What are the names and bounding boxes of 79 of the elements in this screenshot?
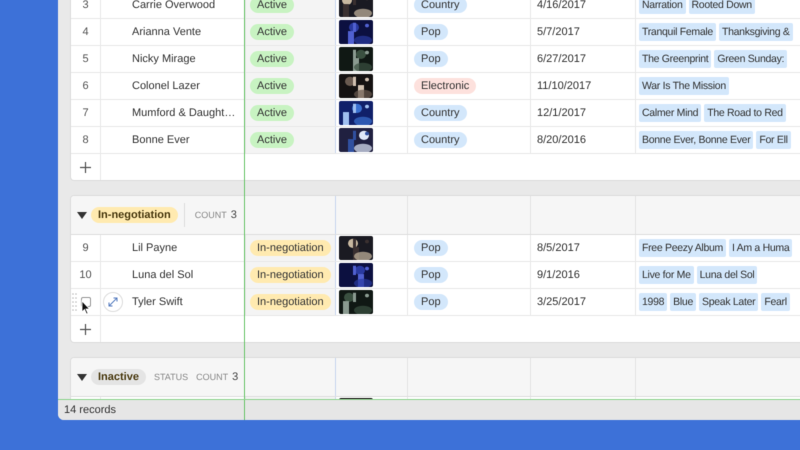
drag-handle-icon[interactable] [72,292,77,312]
album-tag: The Greenprint [639,50,712,68]
album-tag: War Is The Mission [639,77,729,95]
date-text: 11/10/2017 [537,80,592,92]
album-tag: Bonne Ever, Bonne Ever [639,131,754,149]
album-tag: Tranquil Female [639,23,716,41]
date-text: 8/5/2017 [537,242,580,254]
status-tag: Active [250,24,294,40]
artist-name: Nicky Mirage [132,53,196,65]
status-tag: Active [250,105,294,121]
date-text: 3/25/2017 [537,296,586,308]
status-tag: In-negotiation [250,267,331,283]
caret-icon[interactable] [77,374,87,380]
date-text: 6/27/2017 [537,53,586,65]
artist-name: Lil Payne [132,242,178,254]
add-row-icon[interactable] [80,324,91,334]
count-value: 3 [230,209,237,221]
status-tag: In-negotiation [250,294,331,310]
album-tag: I Am a Huma [729,239,792,257]
album-tag: Calmer Mind [639,104,702,122]
row-number: 9 [82,242,89,254]
record-count: 14 records [64,404,116,416]
field-label: STATUS [154,372,188,382]
date-text: 12/1/2017 [537,107,586,119]
artist-name: Arianna Vente [132,26,202,38]
album-tag: Live for Me [639,266,694,284]
genre-tag: Electronic [414,78,476,94]
status-tag: Active [250,78,294,94]
artist-name: Mumford & Daught… [132,107,236,119]
caret-icon[interactable] [77,212,87,218]
row-number: 7 [82,107,89,119]
row-number: 8 [82,134,89,146]
album-tag: Fearl [761,293,790,311]
genre-tag: Pop [414,267,448,283]
row-number: 5 [82,53,89,65]
album-tag: For Ell [756,131,791,149]
artist-name: Tyler Swift [132,296,183,308]
status-tag: Active [250,0,294,13]
expand-icon [108,297,118,307]
count-value: 3 [232,371,238,383]
album-tag: Thanksgiving & [718,23,793,41]
row-number: 3 [82,0,89,11]
expand-button[interactable] [103,292,123,312]
date-text: 4/16/2017 [537,0,586,11]
status-tag: Active [250,132,294,148]
artist-name: Bonne Ever [132,134,190,146]
genre-tag: Pop [414,240,448,256]
date-text: 5/7/2017 [537,26,580,38]
status-tag: Active [250,51,294,67]
genre-tag: Pop [414,51,448,67]
genre-tag: Pop [414,24,448,40]
artist-name: Carrie Overwood [132,0,216,11]
add-row-icon[interactable] [80,162,91,172]
date-text: 8/20/2016 [537,134,586,146]
album-tag: Blue [670,293,696,311]
genre-tag: Country [414,132,467,148]
album-tag: The Road to Red [704,104,786,122]
genre-tag: Pop [414,294,448,310]
count-label: COUNT [194,210,227,220]
album-tag: 1998 [639,293,668,311]
genre-tag: Country [414,0,467,13]
status-tag: In-negotiation [250,240,331,256]
row-number: 6 [82,80,89,92]
album-tag: Narration [639,0,686,14]
genre-tag: Country [414,105,467,121]
album-tag: Speak Later [699,293,758,311]
cursor-icon [81,300,91,315]
album-tag: Green Sunday: [714,50,788,68]
artist-name: Luna del Sol [132,269,194,281]
album-tag: Luna del Sol [696,266,758,284]
album-tag: Free Peezy Album [639,239,726,257]
artist-name: Colonel Lazer [132,80,200,92]
group-tag: Inactive [91,369,146,385]
count-label: COUNT [196,372,228,382]
row-number: 4 [82,26,89,38]
group-tag: In-negotiation [91,207,178,223]
album-tag: Rooted Down [688,0,755,14]
row-number: 10 [79,269,92,281]
date-text: 9/1/2016 [537,269,580,281]
